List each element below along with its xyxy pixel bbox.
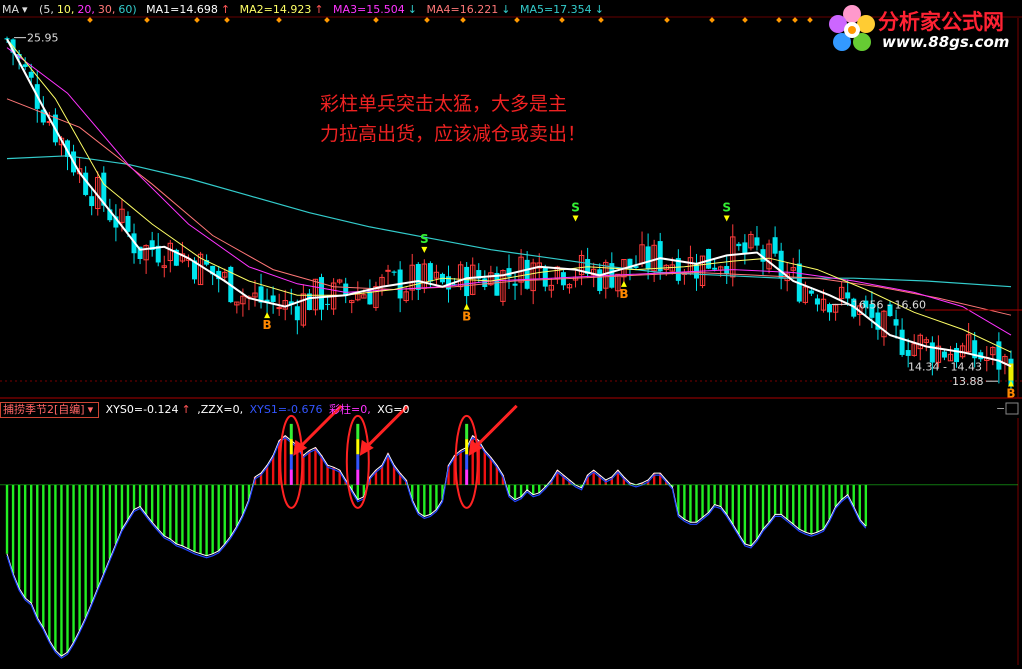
logo-title: 分析家公式网 [878, 10, 1004, 34]
candle-body [270, 295, 276, 302]
buy-arrow [620, 280, 627, 287]
indicator-menu[interactable]: MA ▾ [0, 1, 33, 19]
annotation-line-2: 力拉高出货，应该减仓或卖出！ [320, 123, 587, 145]
candle-body [827, 304, 833, 313]
sell-arrow [572, 215, 579, 222]
arrow-down-icon: ↓ [594, 3, 604, 16]
sub-chart-header: 捕捞季节2[自编] ▾ XYS0=-0.124 ↑ ,ZZX=0, XYS1=-0.… [0, 401, 1022, 419]
candle-body [657, 241, 663, 272]
candle-body [294, 306, 300, 321]
dropdown-icon: ▾ [22, 3, 28, 16]
buy-arrow [264, 312, 271, 319]
candle-body [391, 271, 397, 273]
candle-body [597, 269, 603, 291]
candle-body [772, 237, 778, 254]
ma5-value: MA5=17.354 ↓ [519, 3, 604, 16]
candle-body [736, 243, 742, 247]
ma2-value: MA2=14.923 ↑ [239, 3, 324, 16]
price-label-range: 16.56 - 16.60 [852, 298, 926, 311]
candle-body [89, 196, 95, 207]
candle-body [306, 293, 312, 311]
candle-body [905, 350, 911, 356]
logo-url: www.88gs.com [882, 33, 1010, 51]
candle-body [754, 237, 760, 246]
price-label-range: 14.34 - 14.43 [908, 360, 982, 373]
arrow-down-icon: ↓ [407, 3, 417, 16]
candle-body [22, 64, 28, 67]
flower-logo-icon [829, 5, 875, 51]
candle-body [125, 215, 131, 232]
candle-body [415, 263, 421, 290]
arrow-up-icon: ↑ [314, 3, 324, 16]
candle-body [845, 292, 851, 299]
candle-body [706, 248, 712, 269]
candle-body [385, 269, 391, 272]
ma-params: (5, 10, 20, 30, 60) [39, 3, 137, 16]
ma3-value: MA3=15.504 ↓ [333, 3, 417, 16]
price-label-high: 25.95 [27, 32, 59, 45]
xys0-line [6, 434, 867, 657]
sell-signal: S [722, 201, 731, 215]
sell-arrow [723, 215, 730, 222]
candle-body [742, 242, 748, 254]
ma4-value: MA4=16.221 ↓ [426, 3, 511, 16]
buy-signal: B [619, 287, 628, 301]
candle-body [893, 319, 899, 326]
caizhu-value: 彩柱=0, [329, 403, 371, 416]
annotation-text: 彩柱单兵突击太猛，大多是主 力拉高出货，应该减仓或卖出！ [320, 89, 660, 149]
arrow-up-icon: ↑ [220, 3, 231, 16]
candle-body [427, 263, 433, 282]
candle-body [542, 266, 548, 287]
xys1-value: XYS1=-0.676 [249, 403, 323, 416]
buy-signal: B [462, 310, 471, 324]
candle-body [645, 246, 651, 270]
sell-arrow [421, 246, 428, 253]
arrow-down-icon: ↓ [501, 3, 511, 16]
candle-body [325, 303, 331, 305]
candle-body [464, 266, 470, 297]
candle-body [28, 71, 34, 78]
buy-signal: B [263, 318, 272, 332]
candle-body [941, 351, 947, 358]
price-label-low: 13.88 [952, 375, 984, 388]
site-logo: 分析家公式网 www.88gs.com [820, 0, 1022, 60]
candle-body [512, 283, 518, 286]
xys1-line [6, 436, 867, 659]
xys0-value: XYS0=-0.124 [105, 403, 179, 416]
sell-signal: S [571, 201, 580, 215]
candle-body [814, 298, 820, 305]
ma1-value: MA1=14.698 ↑ [146, 3, 231, 16]
xg-value: XG=0 [377, 403, 410, 416]
candle-body [899, 329, 905, 355]
candle-body [712, 267, 718, 270]
sell-signal: S [420, 232, 429, 246]
candle-body [482, 278, 488, 287]
candle-body [808, 290, 814, 294]
buy-signal: B [1006, 386, 1015, 400]
buy-arrow [463, 303, 470, 310]
candle-body [276, 307, 282, 310]
zzx-value: ,ZZX=0, [197, 403, 244, 416]
candle-body [319, 277, 325, 310]
indicator-selector[interactable]: 捕捞季节2[自编] ▾ [0, 402, 100, 418]
candle-body [367, 291, 373, 305]
annotation-line-1: 彩柱单兵突击太猛，大多是主 [320, 93, 568, 115]
dropdown-icon: ▾ [87, 403, 94, 416]
arrow-up-icon: ↑ [181, 403, 191, 416]
